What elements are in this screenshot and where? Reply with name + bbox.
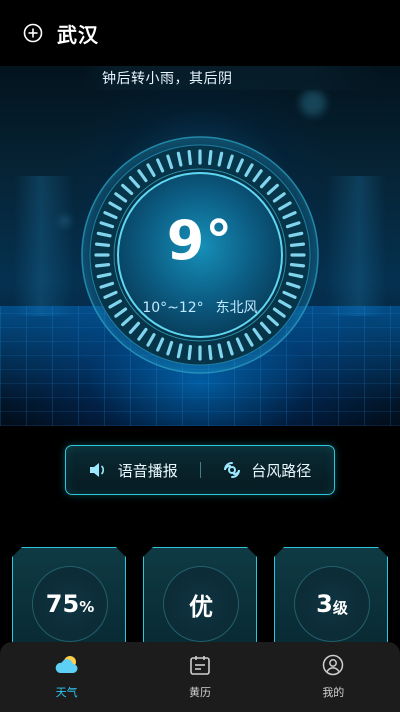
cloud-weather-icon bbox=[54, 652, 80, 678]
tab-weather[interactable]: 天气 bbox=[0, 642, 133, 712]
stat-cards: 75% 优 3级 bbox=[0, 547, 400, 647]
voice-broadcast-label: 语音播报 bbox=[117, 461, 178, 480]
current-temperature: 9° bbox=[166, 209, 234, 272]
action-bar: 语音播报 台风路径 bbox=[65, 445, 335, 495]
wind-level-card[interactable]: 3级 bbox=[274, 547, 388, 647]
gauge-tick bbox=[187, 344, 192, 361]
temperature-range: 10°~12° bbox=[142, 300, 204, 316]
city-name[interactable]: 武汉 bbox=[57, 19, 99, 48]
humidity-number: 75 bbox=[45, 590, 80, 618]
wind-direction: 东北风 bbox=[215, 300, 258, 316]
humidity-unit: % bbox=[79, 598, 95, 616]
decor-glow bbox=[300, 90, 326, 116]
temp-range-wind: 10°~12° 东北风 bbox=[80, 297, 320, 317]
tab-profile-label: 我的 bbox=[322, 686, 345, 699]
header: 武汉 bbox=[0, 0, 400, 66]
temperature-gauge: 9° 10°~12° 东北风 bbox=[80, 135, 320, 375]
add-city-button[interactable] bbox=[22, 22, 44, 44]
decor-wall-left bbox=[14, 176, 74, 316]
bottom-tab-bar: 天气 黄历 我的 bbox=[0, 642, 400, 712]
add-circle-icon bbox=[23, 23, 43, 43]
tab-weather-label: 天气 bbox=[55, 686, 78, 699]
gauge-tick bbox=[187, 149, 192, 166]
voice-broadcast-button[interactable]: 语音播报 bbox=[66, 446, 200, 494]
air-quality-card[interactable]: 优 bbox=[143, 547, 257, 647]
typhoon-path-button[interactable]: 台风路径 bbox=[201, 446, 335, 494]
typhoon-icon bbox=[223, 461, 241, 479]
wind-level-value: 3级 bbox=[294, 566, 370, 642]
tab-profile[interactable]: 我的 bbox=[267, 642, 400, 712]
gauge-tick bbox=[208, 344, 213, 361]
forecast-marquee: 钟后转小雨，其后阴 bbox=[82, 66, 382, 90]
typhoon-path-label: 台风路径 bbox=[251, 461, 312, 480]
gauge-tick bbox=[208, 149, 213, 166]
wind-level-number: 3 bbox=[316, 590, 333, 618]
decor-glow bbox=[60, 216, 70, 226]
decor-wall-right bbox=[326, 176, 386, 316]
forecast-text: 钟后转小雨，其后阴 bbox=[102, 71, 233, 87]
calendar-icon bbox=[189, 652, 211, 678]
humidity-card[interactable]: 75% bbox=[12, 547, 126, 647]
speaker-icon bbox=[88, 461, 108, 479]
wind-level-unit: 级 bbox=[332, 598, 348, 617]
air-quality-value: 优 bbox=[163, 566, 239, 642]
tab-almanac-label: 黄历 bbox=[188, 686, 211, 699]
air-quality-text: 优 bbox=[189, 592, 213, 621]
tab-almanac[interactable]: 黄历 bbox=[133, 642, 266, 712]
humidity-value: 75% bbox=[32, 566, 108, 642]
user-icon bbox=[322, 652, 344, 678]
weather-app: 武汉 钟后转小雨，其后阴 9° 10°~12° 东北风 语音播报 台风路径 75… bbox=[0, 0, 400, 712]
